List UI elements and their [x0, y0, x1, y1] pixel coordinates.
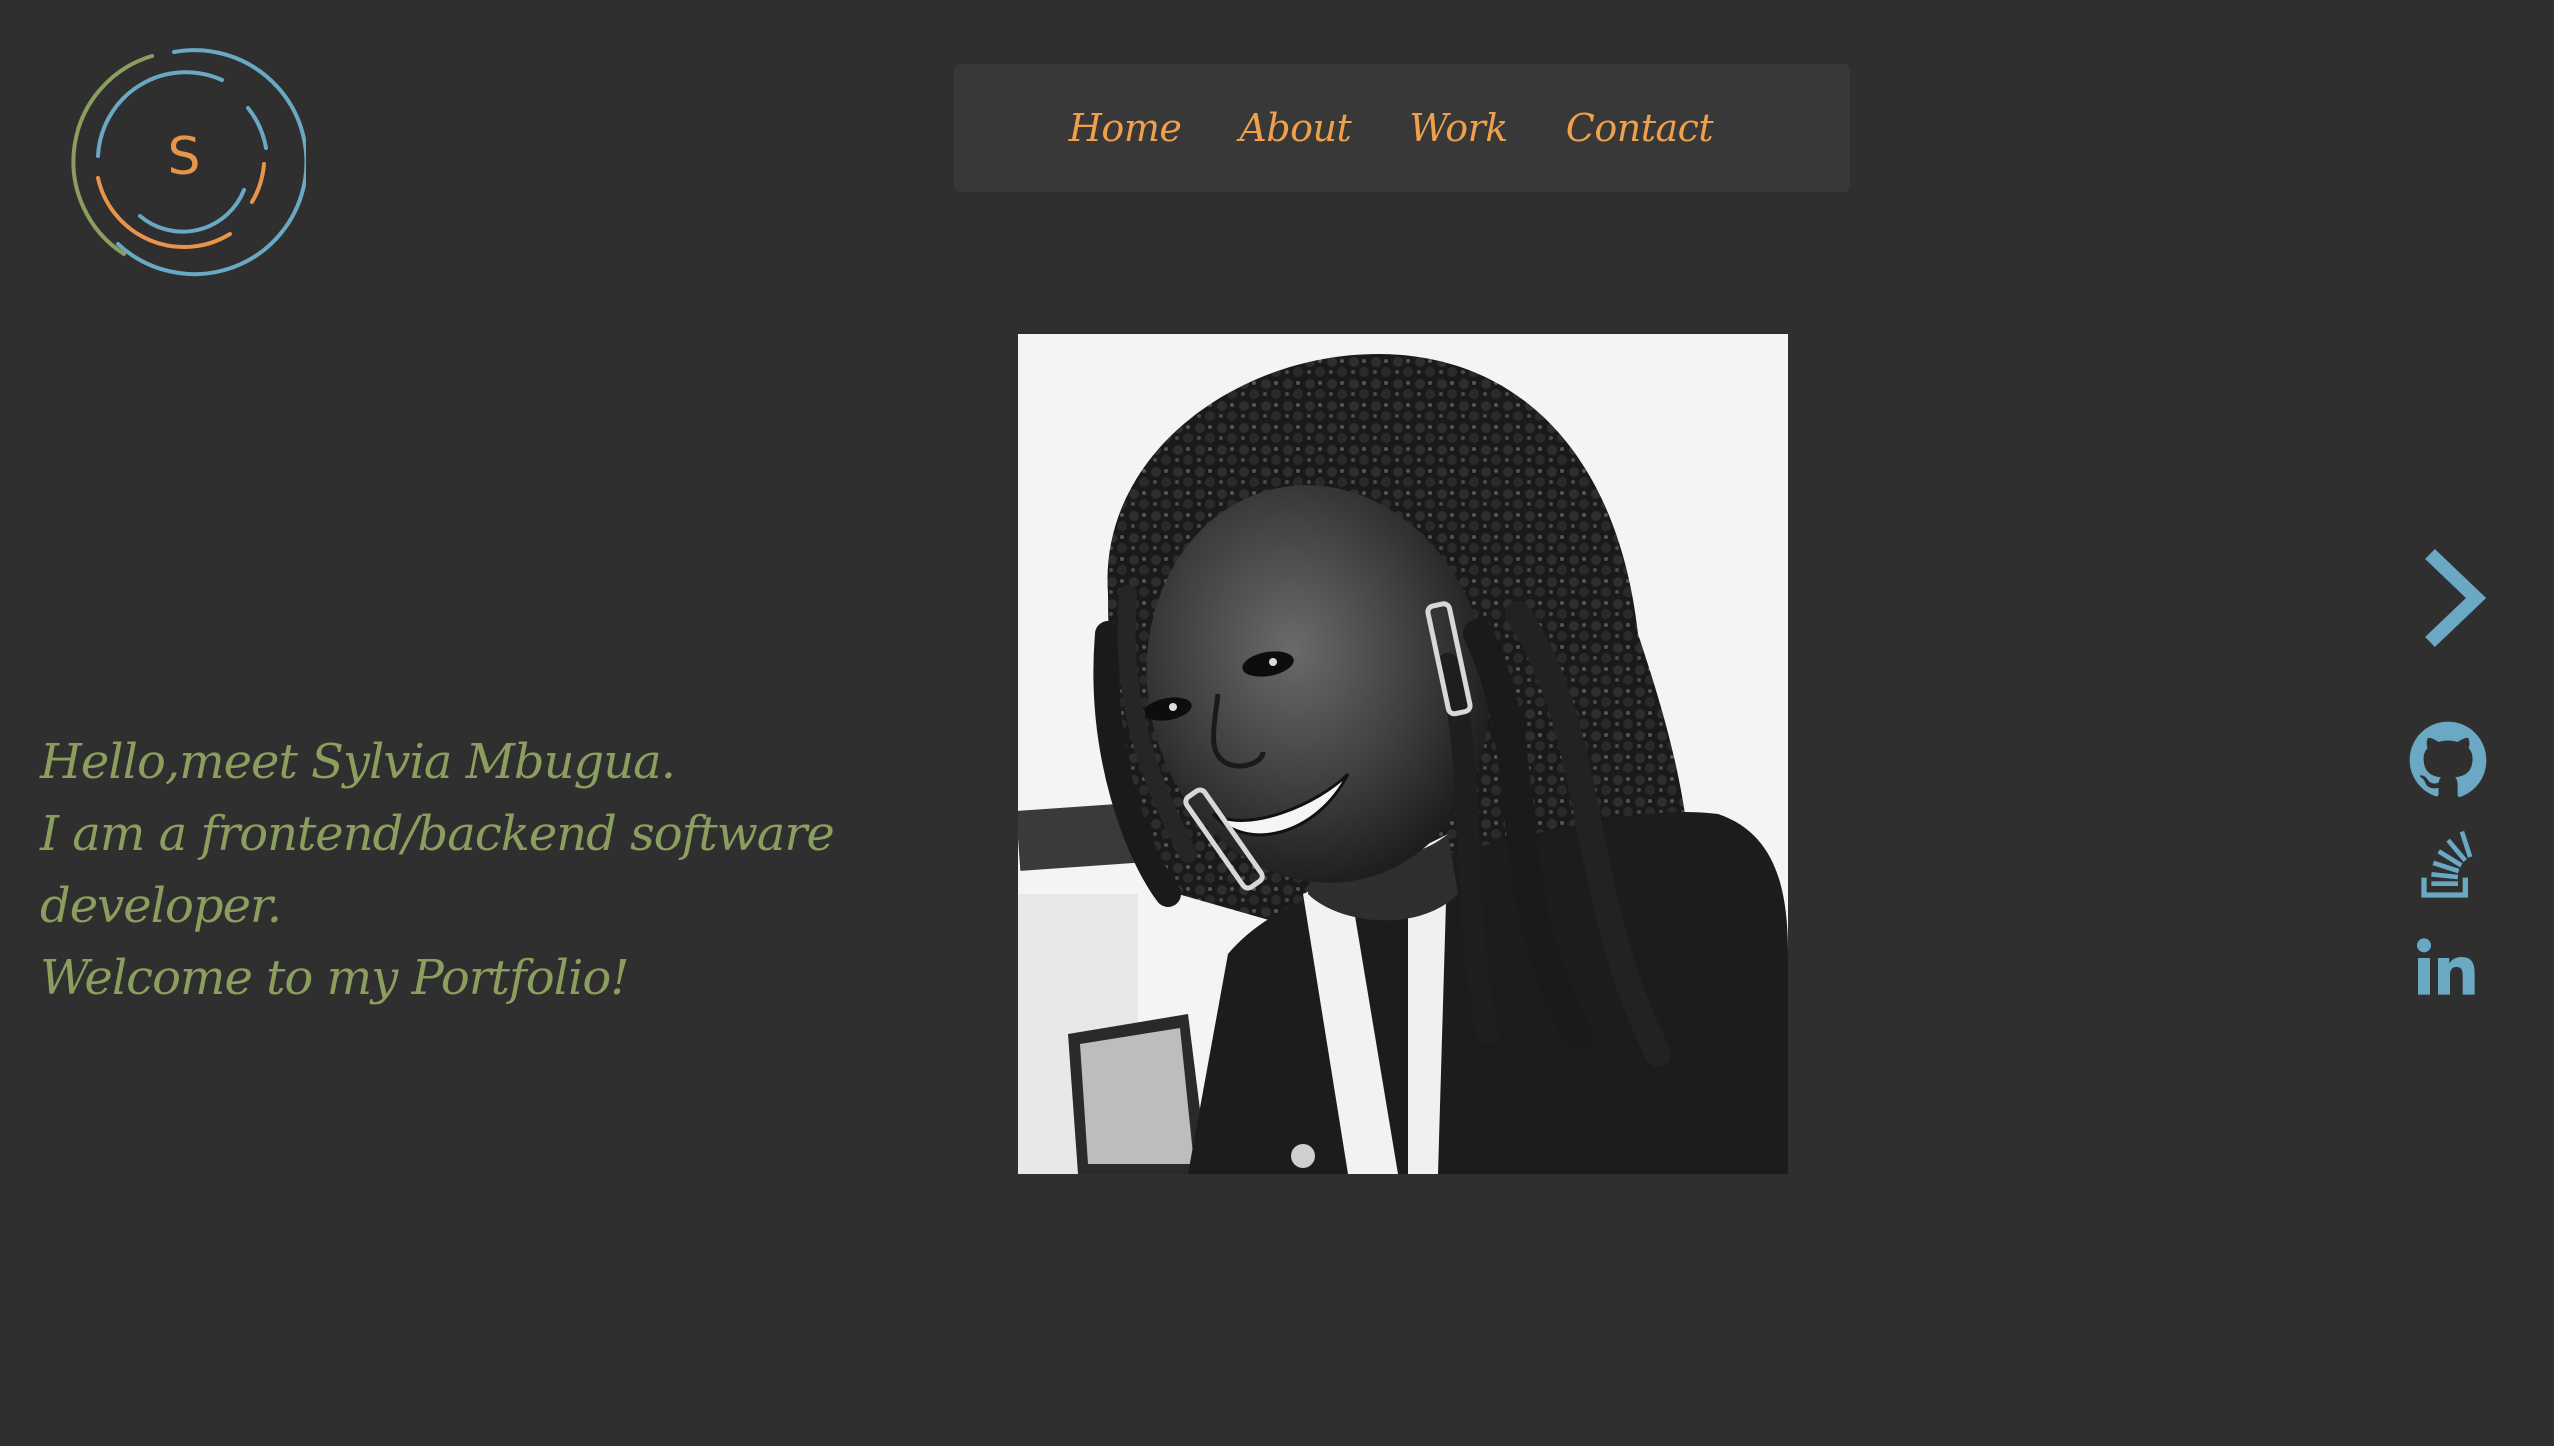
stackoverflow-link[interactable] — [2408, 826, 2488, 906]
portfolio-page: S Home About Work Contact Hello,meet Syl… — [0, 0, 2554, 1446]
nav-link-contact[interactable]: Contact — [1566, 106, 1714, 150]
profile-photo — [1018, 334, 1788, 1174]
site-logo[interactable]: S — [62, 44, 309, 284]
github-link[interactable] — [2408, 720, 2488, 800]
intro-text: Hello,meet Sylvia Mbugua. I am a fronten… — [40, 726, 860, 1014]
intro-line-greeting: Hello,meet Sylvia Mbugua. — [40, 734, 676, 790]
portrait-image — [1018, 334, 1788, 1174]
linkedin-link[interactable] — [2408, 928, 2488, 1008]
github-icon — [2409, 721, 2487, 797]
next-page-button[interactable] — [2418, 546, 2488, 650]
intro-line-role: I am a frontend/backend software — [40, 806, 835, 862]
logo-letter: S — [167, 127, 201, 187]
nav-link-work[interactable]: Work — [1409, 106, 1508, 150]
linkedin-icon — [2417, 938, 2475, 995]
main-nav: Home About Work Contact — [954, 64, 1850, 192]
chevron-right-icon — [2425, 548, 2487, 648]
stackoverflow-icon — [2421, 830, 2473, 898]
nav-link-home[interactable]: Home — [1069, 106, 1182, 150]
intro-line-welcome: Welcome to my Portfolio! — [40, 950, 630, 1006]
intro-line-role-cont: developer. — [40, 878, 282, 934]
nav-link-about[interactable]: About — [1239, 106, 1351, 150]
